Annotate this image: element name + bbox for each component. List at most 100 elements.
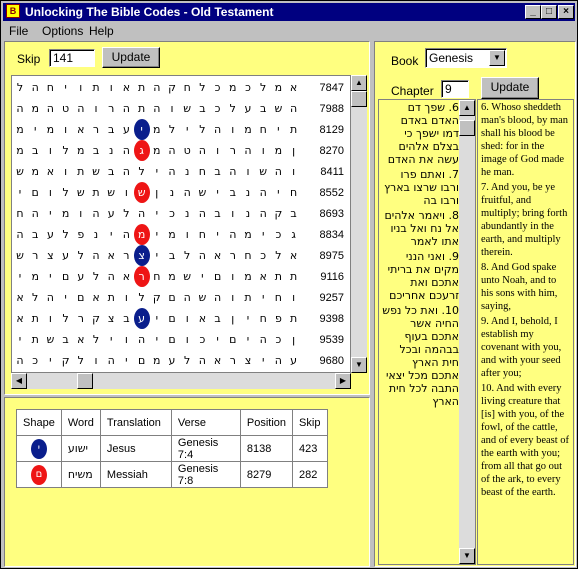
minimize-button[interactable]: _: [525, 5, 541, 19]
english-verse: 10. And with every living creature that …: [481, 383, 570, 498]
word-cell: ישוע: [60, 435, 101, 462]
english-verse: 6. Whoso sheddeth man's blood, by man sh…: [481, 102, 569, 178]
grid-row: מ י מ ו א ר ב ע י מ ל י ל ה ו מ ח י ת 8129: [12, 119, 350, 140]
scroll-up-icon[interactable]: ▲: [351, 75, 367, 91]
skip-label: Skip: [17, 52, 41, 66]
grid-row: א ת ו ל ר ק צ ב ע י ם ו א ב ן י ח פ ת 9398: [12, 308, 350, 329]
hebrew-verse: 7. ואתם פרו ורבו שרצו בארץ ורבו בה: [384, 168, 459, 207]
grid-horizontal-scrollbar[interactable]: ◀ ▶: [11, 373, 351, 389]
row-position-number: 9257: [319, 292, 344, 304]
row-position-number: 7847: [319, 82, 344, 94]
shape-cell: ם: [16, 461, 62, 488]
grid-row: ה ב ע ל פ נ י ה מ י מ ו ח י ה מ י כ ג 8834: [12, 224, 350, 245]
skip-cell: 282: [292, 461, 329, 488]
scroll-left-icon[interactable]: ◀: [11, 373, 27, 389]
grid-letter[interactable]: ו: [284, 289, 304, 307]
grid-row: א ל ה י ם א ת ו ל ק ם ה ש ה ו ת י ח ו 9257: [12, 287, 350, 308]
grid-vscroll-thumb[interactable]: [351, 91, 367, 107]
position-cell: 8138: [239, 435, 294, 462]
grid-letter[interactable]: ן: [284, 142, 304, 160]
menu-file[interactable]: File: [9, 24, 28, 38]
hebrew-verses: 6. שפך דם האדם באדם דמו ישפך כי בצלם אלה…: [381, 101, 459, 561]
skip-input[interactable]: 141: [49, 49, 95, 67]
menu-help[interactable]: Help: [89, 24, 114, 38]
word-cell: משיח: [60, 461, 101, 488]
chapter-update-button[interactable]: Update: [481, 77, 539, 99]
grid-row: י ת ש ב א ל י ו ה י ם ו כ י ם י ה כ ן 9539: [12, 329, 350, 350]
col-shape: Shape: [16, 409, 62, 436]
verse-cell: Genesis 7:8: [170, 461, 241, 488]
english-verse: 7. And you, be ye fruitful, and multiply…: [481, 182, 568, 258]
grid-letter[interactable]: ח: [284, 184, 304, 202]
scroll-down-icon[interactable]: ▼: [459, 548, 475, 564]
close-button[interactable]: ×: [558, 5, 574, 19]
row-position-number: 8693: [319, 208, 344, 220]
grid-letter[interactable]: ן: [284, 331, 304, 349]
grid-letter[interactable]: ג: [284, 226, 304, 244]
row-position-number: 9680: [319, 355, 344, 367]
position-cell: 8279: [239, 461, 294, 488]
chapter-label: Chapter: [391, 84, 434, 98]
grid-letter[interactable]: ת: [284, 121, 304, 139]
row-position-number: 8270: [319, 145, 344, 157]
chapter-input[interactable]: 9: [441, 80, 469, 98]
title-bar[interactable]: B Unlocking The Bible Codes - Old Testam…: [3, 3, 575, 21]
grid-vertical-scrollbar[interactable]: ▲ ▼: [351, 75, 367, 373]
hebrew-scroll-thumb[interactable]: [459, 120, 475, 136]
app-icon[interactable]: B: [6, 4, 20, 18]
scroll-up-icon[interactable]: ▲: [459, 100, 475, 116]
window-title: Unlocking The Bible Codes - Old Testamen…: [25, 5, 274, 19]
col-word: Word: [60, 409, 101, 436]
grid-letter[interactable]: א: [284, 247, 304, 265]
english-verses: 6. Whoso sheddeth man's blood, by man sh…: [481, 101, 571, 561]
grid-letter[interactable]: ב: [284, 205, 304, 223]
red-ellipse-icon: ם: [30, 464, 47, 485]
row-position-number: 8129: [319, 124, 344, 136]
book-select-value: Genesis: [429, 51, 474, 65]
row-position-number: 9539: [319, 334, 344, 346]
grid-letter[interactable]: ע: [284, 352, 304, 370]
row-position-number: 8834: [319, 229, 344, 241]
grid-letter[interactable]: ה: [284, 100, 304, 118]
hebrew-verse: 8. ויאמר אלהים אל נח ואל בניו אתו לאמר: [384, 209, 459, 248]
grid-row: ח ה י מ ו ה ע ל ה י כ נ ה ב ו נ ה ק ב 8693: [12, 203, 350, 224]
grid-row: ש ר צ ע ל ה א ר צ י ב ל ה א ר ח כ ל א 8975: [12, 245, 350, 266]
grid-hscroll-thumb[interactable]: [77, 373, 93, 389]
grid-row: מ ב ו ל מ ב נ ה ג מ ה ט ה ו ר ה ו מ ן 8270: [12, 140, 350, 161]
grid-letter[interactable]: ת: [284, 310, 304, 328]
blue-ellipse-icon: י: [30, 438, 47, 459]
table-row[interactable]: י ישוע Jesus Genesis 7:4 8138 423: [16, 435, 329, 462]
row-position-number: 8975: [319, 250, 344, 262]
book-label: Book: [391, 54, 419, 68]
grid-row: ש מ א ו ת ש ב ה ל י ה נ ח ב ה ו ש ה ו 8411: [12, 161, 350, 182]
row-position-number: 7988: [319, 103, 344, 115]
skip-update-button[interactable]: Update: [102, 47, 160, 68]
grid-row: ה כ י ק ל ו ה י ם מ ע ל ה א ר צ י ה ע 9680: [12, 350, 350, 371]
book-select[interactable]: Genesis ▼: [425, 48, 507, 68]
hebrew-verse: 6. שפך דם האדם באדם דמו ישפך כי בצלם אלה…: [387, 101, 459, 166]
menu-options[interactable]: Options: [42, 24, 83, 38]
table-row[interactable]: ם משיח Messiah Genesis 7:8 8279 282: [16, 461, 329, 488]
grid-letter[interactable]: ו: [284, 163, 304, 181]
col-skip: Skip: [292, 409, 329, 436]
translation-cell: Messiah: [99, 461, 172, 488]
results-header-row: Shape Word Translation Verse Position Sk…: [16, 409, 329, 436]
hebrew-scrollbar[interactable]: ▲ ▼: [459, 100, 475, 564]
grid-row: י ם ו ל ש ת ש ו ש ן נ ה ש י ב נ ה י ח 8552: [12, 182, 350, 203]
grid-row: ל ה ח י ו ת ו א ת ה ק ח ל כ מ כ ל מ א 7847: [12, 77, 350, 98]
chevron-down-icon[interactable]: ▼: [489, 50, 505, 66]
scroll-down-icon[interactable]: ▼: [351, 357, 367, 373]
row-position-number: 9398: [319, 313, 344, 325]
menu-bar: File Options Help: [3, 22, 575, 40]
skip-cell: 423: [292, 435, 329, 462]
row-position-number: 8411: [320, 166, 344, 178]
verse-cell: Genesis 7:4: [170, 435, 241, 462]
grid-letter[interactable]: א: [284, 79, 304, 97]
scroll-right-icon[interactable]: ▶: [335, 373, 351, 389]
maximize-button[interactable]: □: [541, 5, 557, 19]
grid-letter[interactable]: ת: [284, 268, 304, 286]
translation-cell: Jesus: [99, 435, 172, 462]
shape-cell: י: [16, 435, 62, 462]
english-verse: 9. And I, behold, I establish my covenan…: [481, 316, 562, 379]
col-position: Position: [239, 409, 294, 436]
